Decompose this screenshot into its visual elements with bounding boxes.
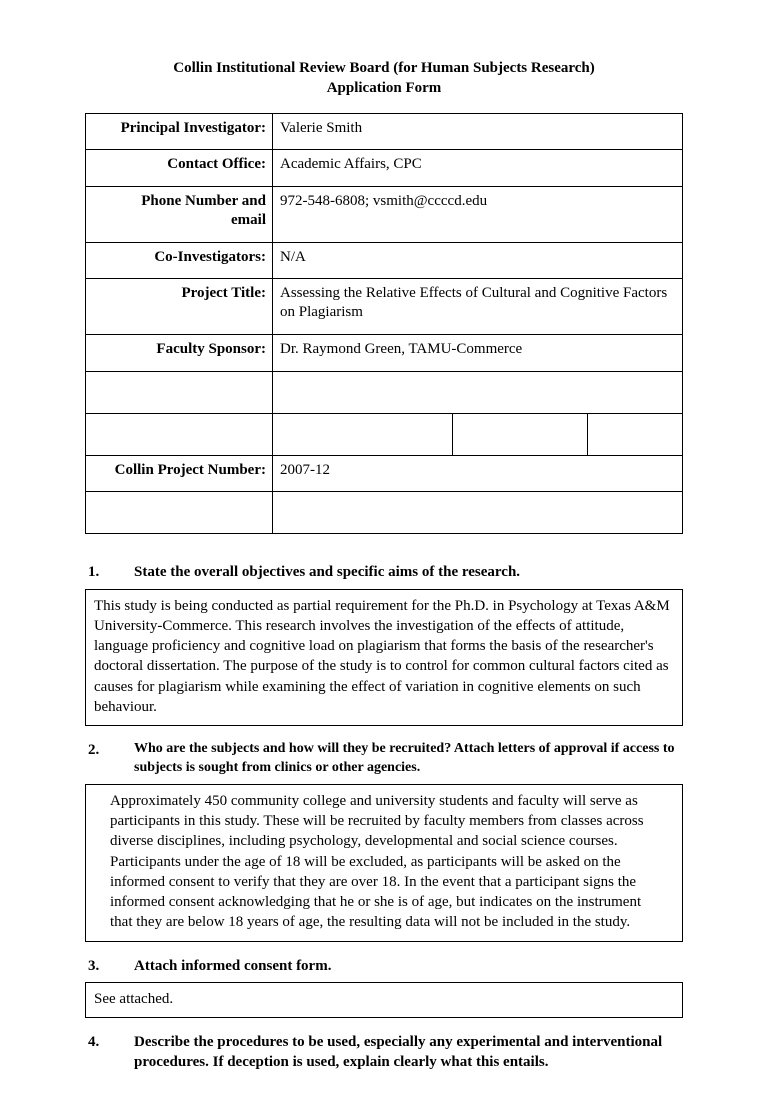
office-label: Contact Office: bbox=[86, 150, 273, 187]
sponsor-label: Faculty Sponsor: bbox=[86, 334, 273, 371]
q3-response: See attached. bbox=[85, 982, 683, 1018]
row-project-title: Project Title: Assessing the Relative Ef… bbox=[86, 279, 683, 335]
office-value: Academic Affairs, CPC bbox=[273, 150, 683, 187]
project-title-value: Assessing the Relative Effects of Cultur… bbox=[273, 279, 683, 335]
q3-text: Attach informed consent form. bbox=[134, 956, 683, 976]
form-title: Collin Institutional Review Board (for H… bbox=[85, 58, 683, 99]
phone-label: Phone Number and email bbox=[86, 187, 273, 243]
q4-text: Describe the procedures to be used, espe… bbox=[134, 1032, 683, 1073]
q2-num: 2. bbox=[85, 740, 134, 778]
coinv-value: N/A bbox=[273, 242, 683, 279]
projnum-value: 2007-12 bbox=[273, 455, 683, 492]
page-content: Collin Institutional Review Board (for H… bbox=[0, 0, 768, 1119]
q1-num: 1. bbox=[85, 562, 134, 582]
phone-value: 972-548-6808; vsmith@ccccd.edu bbox=[273, 187, 683, 243]
row-empty-1 bbox=[86, 371, 683, 413]
q1-response: This study is being conducted as partial… bbox=[85, 589, 683, 727]
projnum-label: Collin Project Number: bbox=[115, 462, 266, 478]
project-title-label: Project Title: bbox=[86, 279, 273, 335]
q1-text: State the overall objectives and specifi… bbox=[134, 562, 683, 582]
q2-response: Approximately 450 community college and … bbox=[85, 784, 683, 942]
row-phone: Phone Number and email 972-548-6808; vsm… bbox=[86, 187, 683, 243]
question-2: 2. Who are the subjects and how will the… bbox=[85, 740, 683, 778]
q4-num: 4. bbox=[85, 1032, 134, 1073]
row-empty-split bbox=[86, 413, 683, 455]
title-line-2: Application Form bbox=[327, 80, 442, 96]
question-4: 4. Describe the procedures to be used, e… bbox=[85, 1032, 683, 1073]
pi-label: Principal Investigator: bbox=[86, 113, 273, 150]
sponsor-value: Dr. Raymond Green, TAMU-Commerce bbox=[273, 334, 683, 371]
row-empty-2 bbox=[86, 492, 683, 534]
row-coinv: Co-Investigators: N/A bbox=[86, 242, 683, 279]
q3-num: 3. bbox=[85, 956, 134, 976]
question-3: 3. Attach informed consent form. bbox=[85, 956, 683, 976]
row-office: Contact Office: Academic Affairs, CPC bbox=[86, 150, 683, 187]
q2-text: Who are the subjects and how will they b… bbox=[134, 740, 683, 778]
row-pi: Principal Investigator: Valerie Smith bbox=[86, 113, 683, 150]
pi-value: Valerie Smith bbox=[273, 113, 683, 150]
question-1: 1. State the overall objectives and spec… bbox=[85, 562, 683, 582]
title-line-1: Collin Institutional Review Board (for H… bbox=[173, 60, 595, 76]
coinv-label: Co-Investigators: bbox=[86, 242, 273, 279]
row-sponsor: Faculty Sponsor: Dr. Raymond Green, TAMU… bbox=[86, 334, 683, 371]
row-project-number: Collin Project Number: 2007-12 bbox=[86, 455, 683, 492]
info-table: Principal Investigator: Valerie Smith Co… bbox=[85, 113, 683, 535]
